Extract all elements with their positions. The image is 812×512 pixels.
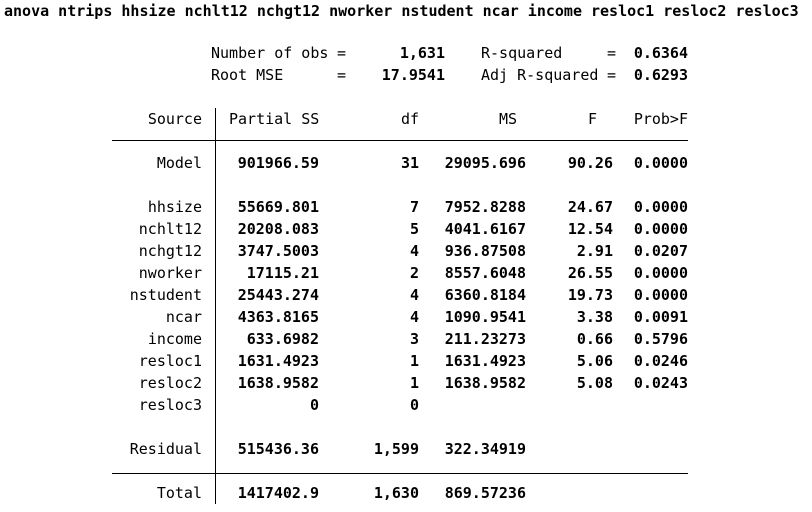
row-df: 1,630 [373, 484, 419, 502]
command-line: anova ntrips hhsize nchlt12 nchgt12 nwor… [4, 2, 799, 20]
row-source: resloc3 [138, 396, 202, 414]
row-f: 90.26 [567, 154, 613, 172]
row-partial-ss: 4363.8165 [237, 308, 319, 326]
row-df: 2 [409, 264, 419, 282]
header-partial-ss: Partial SS [229, 110, 320, 128]
row-source: nstudent [129, 286, 202, 304]
row-partial-ss: 20208.083 [237, 220, 319, 238]
row-ms: 211.23273 [444, 330, 526, 348]
nobs-value: 1,631 [399, 44, 445, 62]
row-prob: 0.0000 [633, 264, 688, 282]
row-f: 19.73 [567, 286, 613, 304]
row-ms: 29095.696 [444, 154, 526, 172]
row-prob: 0.0243 [633, 374, 688, 392]
total-rule [112, 473, 688, 474]
table-vertical-rule [215, 108, 216, 504]
header-df: df [400, 110, 419, 128]
row-source: Residual [129, 440, 202, 458]
row-df: 7 [409, 198, 419, 216]
row-partial-ss: 633.6982 [246, 330, 319, 348]
row-df: 31 [400, 154, 419, 172]
row-source: Total [156, 484, 202, 502]
row-ms: 1090.9541 [444, 308, 526, 326]
header-rule [112, 140, 688, 141]
row-ms: 1631.4923 [444, 352, 526, 370]
rmse-value: 17.9541 [381, 66, 445, 84]
row-f: 24.67 [567, 198, 613, 216]
row-prob: 0.0000 [633, 154, 688, 172]
row-f: 12.54 [567, 220, 613, 238]
row-partial-ss: 17115.21 [246, 264, 319, 282]
rsq-label: R-squared [481, 44, 563, 62]
row-f: 5.08 [576, 374, 613, 392]
header-source: Source [147, 110, 202, 128]
row-f: 26.55 [567, 264, 613, 282]
row-partial-ss: 1417402.9 [237, 484, 319, 502]
row-ms: 1638.9582 [444, 374, 526, 392]
row-ms: 8557.6048 [444, 264, 526, 282]
row-df: 1 [409, 374, 419, 392]
rsq-value: 0.6364 [633, 44, 688, 62]
row-ms: 936.87508 [444, 242, 526, 260]
row-partial-ss: 0 [309, 396, 319, 414]
row-df: 4 [409, 286, 419, 304]
row-f: 3.38 [576, 308, 613, 326]
row-prob: 0.5796 [633, 330, 688, 348]
row-f: 0.66 [576, 330, 613, 348]
row-source: ncar [165, 308, 202, 326]
row-f: 2.91 [576, 242, 613, 260]
header-ms: MS [498, 110, 517, 128]
row-df: 4 [409, 242, 419, 260]
rmse-label: Root MSE [211, 66, 284, 84]
row-ms: 7952.8288 [444, 198, 526, 216]
row-df: 0 [409, 396, 419, 414]
row-partial-ss: 25443.274 [237, 286, 319, 304]
row-partial-ss: 1631.4923 [237, 352, 319, 370]
row-df: 1 [409, 352, 419, 370]
row-source: nchlt12 [138, 220, 202, 238]
row-partial-ss: 3747.5003 [237, 242, 319, 260]
rmse-eq: = [337, 66, 347, 84]
row-prob: 0.0000 [633, 286, 688, 304]
adjrsq-value: 0.6293 [633, 66, 688, 84]
row-ms: 6360.8184 [444, 286, 526, 304]
row-df: 1,599 [373, 440, 419, 458]
adjrsq-eq: = [607, 66, 617, 84]
row-df: 3 [409, 330, 419, 348]
row-source: nchgt12 [138, 242, 202, 260]
row-partial-ss: 901966.59 [237, 154, 319, 172]
header-prob: Prob>F [633, 110, 688, 128]
nobs-label: Number of obs [211, 44, 329, 62]
row-source: hhsize [147, 198, 202, 216]
row-source: resloc2 [138, 374, 202, 392]
rsq-eq: = [607, 44, 617, 62]
row-partial-ss: 55669.801 [237, 198, 319, 216]
adjrsq-label: Adj R-squared [481, 66, 599, 84]
row-ms: 322.34919 [444, 440, 526, 458]
row-df: 5 [409, 220, 419, 238]
header-f: F [587, 110, 597, 128]
nobs-eq: = [337, 44, 347, 62]
row-prob: 0.0207 [633, 242, 688, 260]
row-prob: 0.0246 [633, 352, 688, 370]
row-source: nworker [138, 264, 202, 282]
row-source: Model [156, 154, 202, 172]
row-partial-ss: 515436.36 [237, 440, 319, 458]
row-f: 5.06 [576, 352, 613, 370]
row-partial-ss: 1638.9582 [237, 374, 319, 392]
row-ms: 869.57236 [444, 484, 526, 502]
row-ms: 4041.6167 [444, 220, 526, 238]
row-source: resloc1 [138, 352, 202, 370]
row-prob: 0.0000 [633, 198, 688, 216]
row-df: 4 [409, 308, 419, 326]
row-prob: 0.0000 [633, 220, 688, 238]
row-prob: 0.0091 [633, 308, 688, 326]
row-source: income [147, 330, 202, 348]
